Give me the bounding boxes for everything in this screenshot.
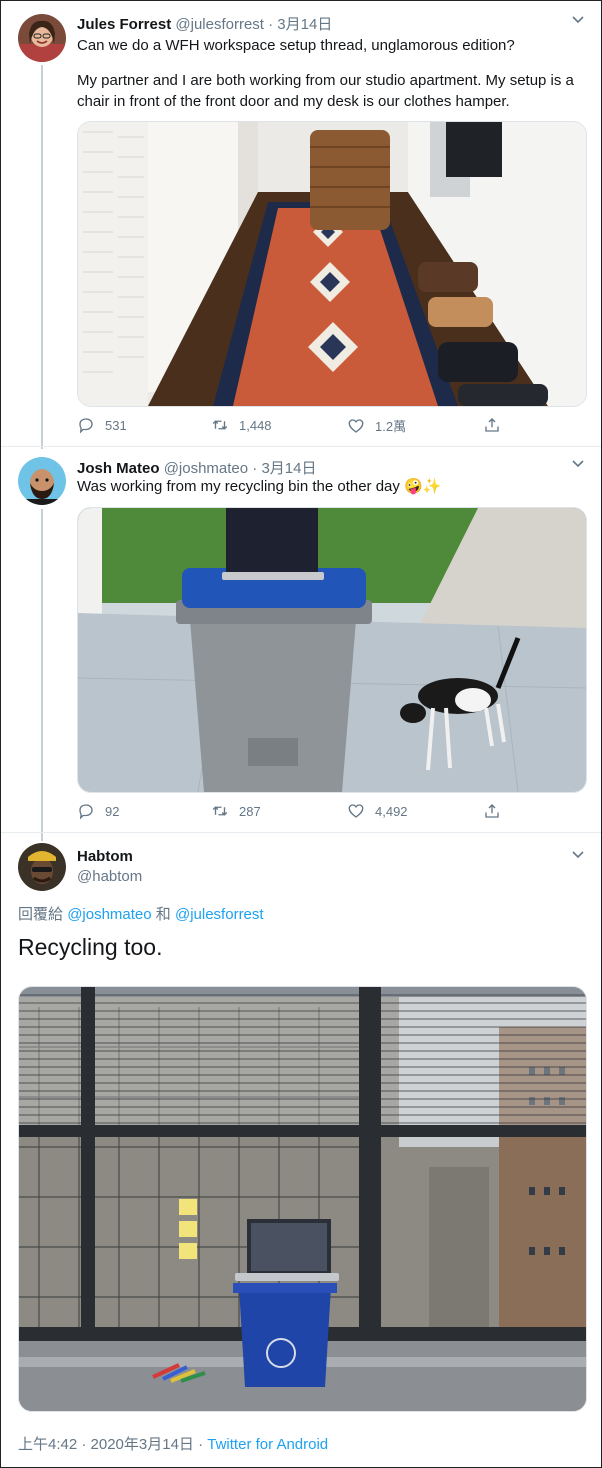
- tweet-timestamp: 上午4:42 · 2020年3月14日 · Twitter for Androi…: [18, 1433, 328, 1454]
- chevron-down-icon[interactable]: [571, 15, 585, 25]
- chevron-down-icon[interactable]: [571, 459, 585, 469]
- timestamp[interactable]: 上午4:42 · 2020年3月14日 ·: [18, 1436, 203, 1453]
- reply-count: 92: [105, 803, 120, 819]
- like-count: 4,492: [375, 803, 408, 819]
- reply-icon: [79, 418, 93, 434]
- like-count: 1.2萬: [375, 419, 407, 434]
- display-name[interactable]: Habtom: [77, 848, 133, 865]
- reply-button[interactable]: 92: [77, 802, 119, 820]
- like-icon: [348, 804, 364, 818]
- tweet-photo[interactable]: [77, 121, 587, 407]
- tweet-text: My partner and I are both working from o…: [77, 72, 574, 110]
- retweet-icon: [212, 806, 228, 816]
- replying-to-joiner: 和: [155, 906, 171, 923]
- avatar[interactable]: [18, 843, 66, 891]
- share-button[interactable]: [483, 416, 501, 434]
- twitter-thread: Jules Forrest @julesforrest · 3月14日 Can …: [0, 0, 602, 1468]
- tweet-text: Can we do a WFH workspace setup thread, …: [77, 37, 515, 54]
- retweet-icon: [212, 420, 228, 430]
- reply-count: 531: [105, 417, 127, 433]
- like-button[interactable]: 1.2萬: [347, 416, 406, 435]
- retweet-button[interactable]: 1,448: [211, 416, 272, 434]
- handle-and-date[interactable]: @joshmateo · 3月14日: [164, 460, 317, 477]
- mention-link[interactable]: @julesforrest: [175, 906, 264, 923]
- tweet-actions: 531 1,448 1.2萬: [77, 416, 507, 436]
- avatar[interactable]: [18, 14, 66, 62]
- share-button[interactable]: [483, 802, 501, 820]
- tweet-photo[interactable]: [77, 507, 587, 793]
- main-tweet-text: Recycling too.: [18, 934, 163, 960]
- like-button[interactable]: 4,492: [347, 802, 408, 820]
- tweet-header: Josh Mateo @joshmateo · 3月14日: [77, 457, 316, 478]
- tweet-header: Jules Forrest @julesforrest · 3月14日: [77, 13, 332, 34]
- mention-link[interactable]: @joshmateo: [67, 906, 151, 923]
- tweet-photo[interactable]: [18, 986, 587, 1412]
- reply-icon: [79, 804, 93, 820]
- handle-and-date[interactable]: @julesforrest · 3月14日: [175, 16, 332, 33]
- reply-button[interactable]: 531: [77, 416, 127, 434]
- tweet-actions: 92 287 4,492: [77, 802, 507, 822]
- retweet-button[interactable]: 287: [211, 802, 261, 820]
- like-icon: [348, 418, 364, 433]
- replying-to-label: 回覆給: [18, 906, 64, 923]
- display-name[interactable]: Josh Mateo: [77, 460, 160, 477]
- display-name[interactable]: Jules Forrest: [77, 16, 171, 33]
- retweet-count: 287: [239, 803, 261, 819]
- share-icon: [485, 418, 499, 432]
- tweet-josh[interactable]: Josh Mateo @joshmateo · 3月14日 Was workin…: [1, 447, 601, 832]
- retweet-count: 1,448: [239, 417, 272, 433]
- avatar[interactable]: [18, 457, 66, 505]
- replying-to: 回覆給 @joshmateo 和 @julesforrest: [18, 903, 264, 924]
- tweet-jules[interactable]: Jules Forrest @julesforrest · 3月14日 Can …: [1, 1, 601, 446]
- chevron-down-icon[interactable]: [571, 850, 585, 860]
- tweet-text: Was working from my recycling bin the ot…: [77, 478, 442, 495]
- source-link[interactable]: Twitter for Android: [207, 1436, 328, 1453]
- tweet-habtom-main[interactable]: Habtom @habtom 回覆給 @joshmateo 和 @julesfo…: [1, 833, 601, 1467]
- handle[interactable]: @habtom: [77, 868, 142, 885]
- share-icon: [485, 804, 499, 818]
